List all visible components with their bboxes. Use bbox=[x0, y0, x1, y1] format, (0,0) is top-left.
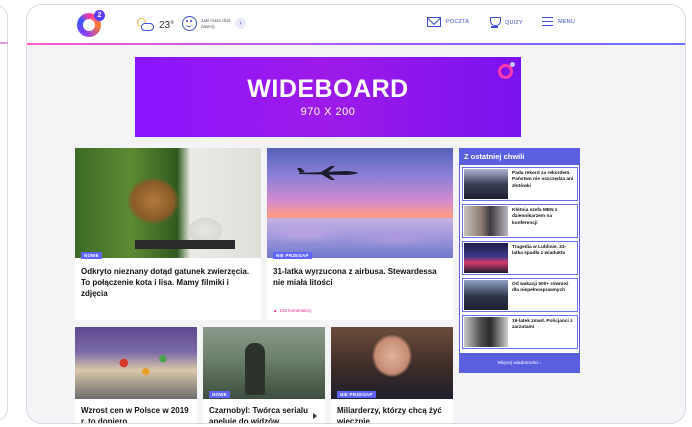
top-bar: 2 23° Jaki masz dziś nastrój › POCZTA QU… bbox=[27, 5, 685, 43]
ad-banner[interactable]: WIDEBOARD 970 X 200 bbox=[135, 57, 521, 137]
more-news-link[interactable]: Więcej wiadomości › bbox=[460, 361, 579, 366]
previous-page-rule bbox=[0, 42, 8, 44]
article-title[interactable]: Odkryto nieznany dotąd gatunek zwierzęci… bbox=[81, 266, 255, 299]
mood-label: Jaki masz dziś nastrój bbox=[201, 17, 231, 29]
mood-widget[interactable]: Jaki masz dziś nastrój › bbox=[182, 16, 246, 31]
article-title[interactable]: Wzrost cen w Polsce w 2019 r. to dopiero bbox=[81, 405, 193, 423]
image-figure bbox=[245, 343, 265, 395]
breaking-news-panel: Z ostatniej chwili Pada rekord za rekord… bbox=[459, 148, 580, 373]
news-thumbnail bbox=[464, 169, 508, 199]
article-badge: NIE PRZEGAP bbox=[337, 391, 376, 398]
article-card[interactable]: NIE PRZEGAP 31-latka wyrzucona z airbusa… bbox=[267, 148, 453, 320]
list-item[interactable]: Kłótnia szefa MEN z dziennikarzem na kon… bbox=[462, 204, 578, 238]
page-frame: 2 23° Jaki masz dziś nastrój › POCZTA QU… bbox=[26, 4, 686, 424]
news-title: 19-latek zmarł. Policjanci z zarzutami bbox=[512, 319, 573, 331]
temperature: 23° bbox=[159, 19, 175, 31]
logo-superscript: 2 bbox=[94, 10, 105, 21]
comments-count[interactable]: ▲ 136 komentarzy bbox=[273, 308, 312, 313]
site-logo[interactable]: 2 bbox=[77, 10, 105, 39]
article-badge: NOWE bbox=[81, 252, 102, 259]
news-title: Od wakacji 500+ również dla niepełnospra… bbox=[512, 282, 569, 294]
nav-quiz-label: QUIZY bbox=[505, 20, 523, 26]
news-title: Pada rekord za rekordem. Państwo nie osz… bbox=[512, 171, 574, 189]
article-title[interactable]: 31-latka wyrzucona z airbusa. Stewardess… bbox=[273, 266, 447, 288]
article-card[interactable]: NOWE Odkryto nieznany dotąd gatunek zwie… bbox=[75, 148, 261, 320]
browser-stage: 2 23° Jaki masz dziś nastrój › POCZTA QU… bbox=[0, 0, 692, 427]
list-item[interactable]: 19-latek zmarł. Policjanci z zarzutami bbox=[462, 315, 578, 349]
news-title: Tragedia w Lublinie. 33-latka spadła z w… bbox=[512, 245, 567, 257]
menu-icon bbox=[542, 17, 553, 26]
airplane-icon bbox=[297, 166, 358, 180]
comment-icon: ▲ bbox=[273, 308, 278, 313]
nav-mail-label: POCZTA bbox=[446, 19, 470, 25]
article-image-shop bbox=[75, 327, 197, 399]
news-thumbnail bbox=[464, 317, 508, 347]
article-card[interactable]: NIE PRZEGAP Miliarderzy, którzy chcą żyć… bbox=[331, 327, 453, 423]
ad-logo-icon bbox=[498, 62, 515, 79]
header-gradient-rule bbox=[27, 43, 685, 45]
cloud-shape bbox=[141, 23, 154, 31]
list-item[interactable]: Od wakacji 500+ również dla niepełnospra… bbox=[462, 278, 578, 312]
image-detail bbox=[135, 240, 235, 249]
article-title[interactable]: Miliarderzy, którzy chcą żyć wiecznie bbox=[337, 405, 449, 423]
list-item[interactable]: Pada rekord za rekordem. Państwo nie osz… bbox=[462, 167, 578, 201]
mail-icon bbox=[427, 17, 441, 27]
nav-menu-label: MENU bbox=[558, 18, 575, 25]
article-image-billionaire bbox=[331, 327, 453, 399]
previous-page-card bbox=[0, 4, 8, 422]
ad-title: WIDEBOARD bbox=[247, 75, 409, 103]
trophy-icon bbox=[489, 17, 501, 29]
weather-icon bbox=[137, 18, 155, 32]
article-title[interactable]: Czarnobyl: Twórca serialu apeluje do wid… bbox=[209, 405, 321, 423]
list-item[interactable]: Tragedia w Lublinie. 33-latka spadła z w… bbox=[462, 241, 578, 275]
chevron-right-icon[interactable]: › bbox=[235, 18, 246, 29]
weather-widget[interactable]: 23° bbox=[137, 17, 174, 33]
breaking-news-title: Z ostatniej chwili bbox=[460, 149, 579, 165]
news-thumbnail bbox=[464, 243, 508, 273]
news-thumbnail bbox=[464, 206, 508, 236]
comments-label: 136 komentarzy bbox=[279, 308, 312, 313]
article-card[interactable]: Wzrost cen w Polsce w 2019 r. to dopiero bbox=[75, 327, 197, 423]
news-title: Kłótnia szefa MEN z dziennikarzem na kon… bbox=[512, 208, 558, 226]
ad-size: 970 X 200 bbox=[300, 106, 356, 118]
article-badge: NOWE bbox=[209, 391, 230, 398]
news-thumbnail bbox=[464, 280, 508, 310]
article-card[interactable]: NOWE Czarnobyl: Twórca serialu apeluje d… bbox=[203, 327, 325, 423]
nav-quiz[interactable]: QUIZY bbox=[489, 17, 523, 29]
article-badge: NIE PRZEGAP bbox=[273, 252, 312, 259]
nav-mail[interactable]: POCZTA bbox=[427, 17, 469, 27]
smiley-icon bbox=[182, 16, 197, 31]
nav-menu[interactable]: MENU bbox=[542, 17, 575, 26]
